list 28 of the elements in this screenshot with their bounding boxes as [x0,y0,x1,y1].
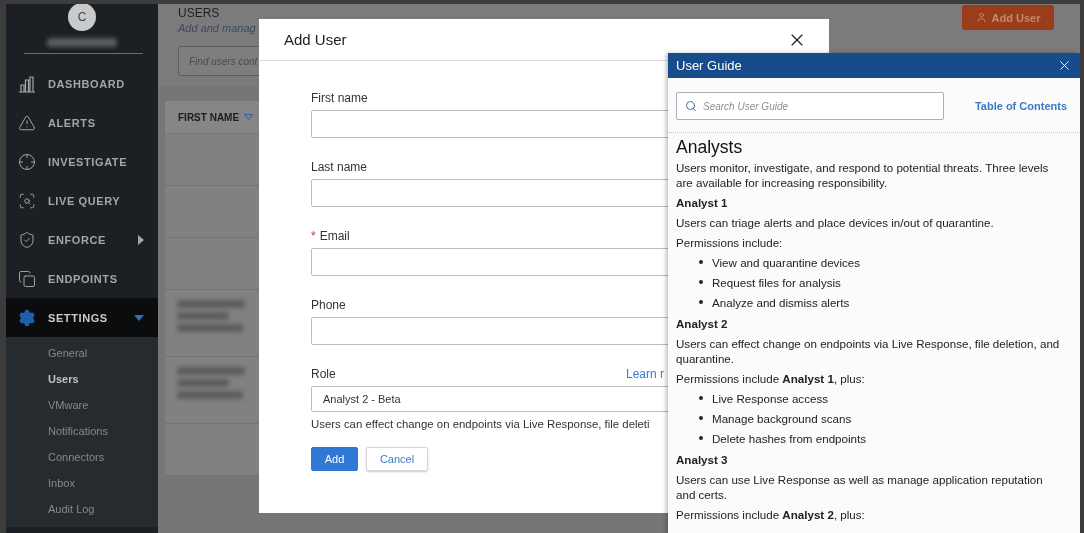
guide-paragraph: Permissions include Analyst 2, plus: [676,507,866,522]
guide-subheading: Analyst 3 [676,452,729,467]
guide-paragraph: Permissions include: [676,235,784,250]
guide-paragraph: Users can use Live Response as well as manage application reputation and certs. [676,472,1044,502]
guide-subheading: Analyst 2 [676,316,729,331]
list-item: Request files for analysis [712,275,841,289]
guide-paragraph: Permissions include Analyst 1, plus: [676,371,866,386]
role-description: Users can effect change on endpoints via Live Response, file deleti [311,418,650,430]
dialog-title: Add User [284,31,347,48]
field-label: * Email [311,229,350,243]
field-label: Phone [311,298,346,312]
field-label: Role [311,367,336,381]
guide-subheading: Analyst 1 [676,195,729,210]
guide-paragraph: Users can triage alerts and place devices in/out of quarantine. [676,215,995,230]
guide-paragraph: Users monitor, investigate, and respond to potential threats. Three levels are available for increasing responsibility. [676,160,1050,190]
guide-paragraph: Users can effect change on endpoints via Live Response, file deletion, and quarantine. [676,336,1061,366]
list-item: Delete hashes from endpoints [712,431,867,445]
list-item: Analyze and dismiss alerts [712,295,850,309]
page-title: USERS [178,6,221,20]
column-label: FIRST NAME [178,111,240,123]
required-mark: * [311,229,316,243]
list-item: Manage background scans [712,411,852,425]
panel-title: User Guide [676,58,742,73]
page-subtitle: Add and manag [178,22,256,34]
guide-heading: Analysts [676,137,744,158]
list-item: View and quarantine devices [712,255,861,269]
field-label: First name [311,91,368,105]
field-label: Last name [311,160,368,174]
